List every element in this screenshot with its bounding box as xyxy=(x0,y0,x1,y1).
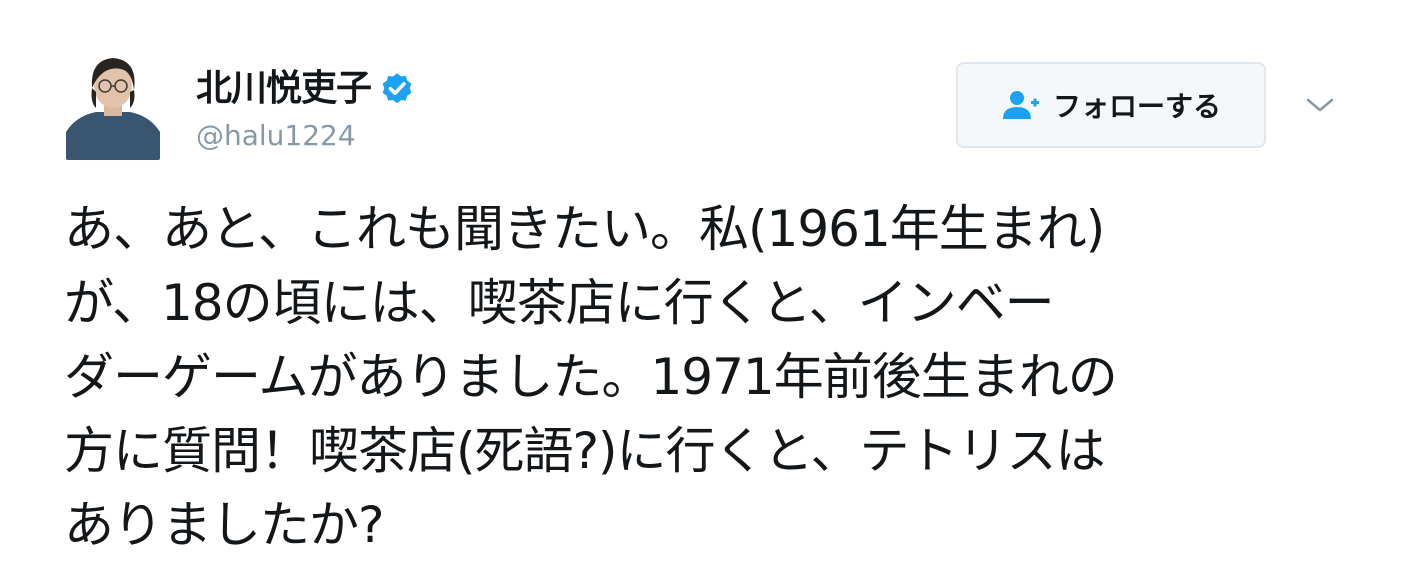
tweet-text-line: が、18の頃には、喫茶店に行くと、インベー xyxy=(64,274,1055,332)
avatar-photo xyxy=(66,52,160,160)
tweet-text: あ、あと、これも聞きたい。私(1961年生まれ) が、18の頃には、喫茶店に行く… xyxy=(64,192,1364,562)
user-name-row[interactable]: 北川悦吏子 xyxy=(196,66,415,112)
tweet-card: 北川悦吏子 @halu1224 フォローする あ、あと、これも聞きたい。私(19… xyxy=(0,0,1402,571)
person-plus-icon xyxy=(1001,89,1041,121)
avatar[interactable] xyxy=(66,52,160,160)
display-name[interactable]: 北川悦吏子 xyxy=(196,66,372,112)
tweet-text-line: あ、あと、これも聞きたい。私(1961年生まれ) xyxy=(64,200,1105,258)
tweet-text-line: 方に質問！喫茶店(死語?)に行くと、テトリスは xyxy=(64,422,1106,480)
tweet-text-line: ありましたか? xyxy=(64,496,385,554)
chevron-down-icon[interactable] xyxy=(1300,90,1340,120)
verified-badge-icon xyxy=(379,71,415,107)
follow-button[interactable]: フォローする xyxy=(956,62,1266,148)
follow-button-label: フォローする xyxy=(1052,90,1221,123)
tweet-text-line: ダーゲームがありました。1971年前後生まれの xyxy=(64,348,1118,406)
user-handle[interactable]: @halu1224 xyxy=(196,118,356,154)
